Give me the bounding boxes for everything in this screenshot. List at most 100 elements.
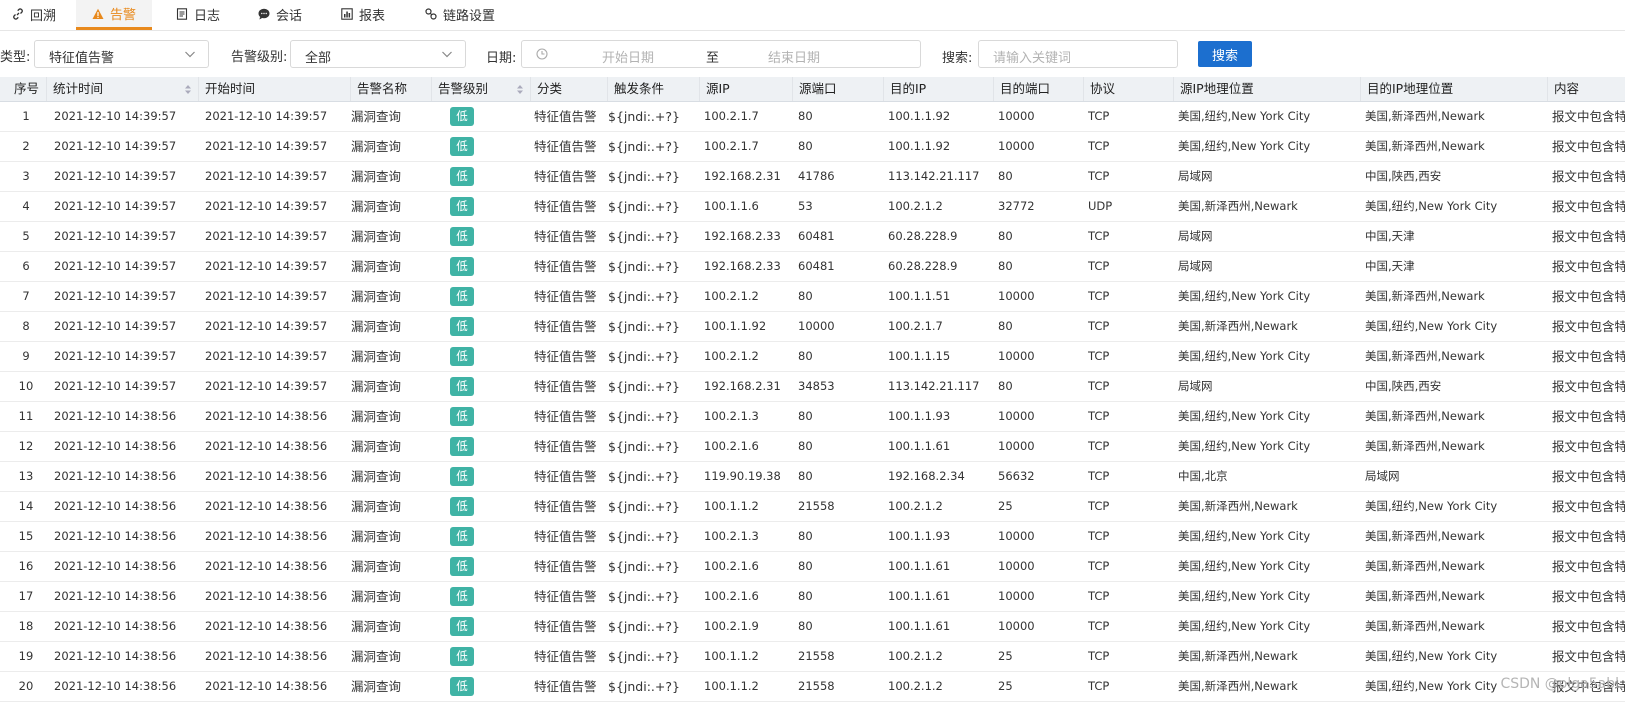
table-row[interactable]: 16 2021-12-10 14:38:56 2021-12-10 14:38:56… bbox=[0, 552, 1625, 582]
tab-alerts[interactable]: 告警 bbox=[76, 0, 152, 30]
cell-start-time: 2021-12-10 14:38:56 bbox=[205, 679, 328, 693]
table-row[interactable]: 19 2021-12-10 14:38:56 2021-12-10 14:38:56… bbox=[0, 642, 1625, 672]
cell-dst-port: 10000 bbox=[998, 109, 1035, 123]
cell-stat-time: 2021-12-10 14:38:56 bbox=[54, 619, 177, 633]
cell-src-ip: 100.2.1.9 bbox=[704, 619, 759, 633]
link-icon bbox=[13, 8, 23, 20]
cell-stat-time: 2021-12-10 14:39:57 bbox=[54, 169, 177, 183]
search-input[interactable]: 请输入关键词 bbox=[978, 40, 1178, 68]
tab-label: 日志 bbox=[194, 8, 221, 24]
cell-src-geo: 美国,纽约,New York City bbox=[1178, 139, 1311, 153]
table-row[interactable]: 8 2021-12-10 14:39:57 2021-12-10 14:39:57 漏… bbox=[0, 312, 1625, 342]
cell-content: 报文中包含特 bbox=[1552, 649, 1625, 664]
table-row[interactable]: 7 2021-12-10 14:39:57 2021-12-10 14:39:57 漏… bbox=[0, 282, 1625, 312]
column-header-alert-level[interactable]: 告警级别 bbox=[431, 77, 530, 101]
tab-sessions[interactable]: 会话 bbox=[258, 0, 302, 28]
cell-src-geo: 美国,新泽西州,Newark bbox=[1178, 679, 1298, 693]
cell-dst-geo: 美国,新泽西州,Newark bbox=[1365, 349, 1485, 363]
document-icon bbox=[176, 8, 188, 20]
cell-dst-port: 80 bbox=[998, 229, 1013, 243]
table-row[interactable]: 14 2021-12-10 14:38:56 2021-12-10 14:38:56… bbox=[0, 492, 1625, 522]
table-row[interactable]: 20 2021-12-10 14:38:56 2021-12-10 14:38:56… bbox=[0, 672, 1625, 702]
tab-reports[interactable]: 报表 bbox=[341, 0, 385, 28]
table-row[interactable]: 9 2021-12-10 14:39:57 2021-12-10 14:39:57 漏… bbox=[0, 342, 1625, 372]
cell-stat-time: 2021-12-10 14:38:56 bbox=[54, 529, 177, 543]
tab-label: 会话 bbox=[276, 8, 303, 24]
cell-src-ip: 100.1.1.6 bbox=[704, 199, 759, 213]
column-header-src-ip: 源IP bbox=[699, 77, 792, 101]
type-select[interactable]: 特征值告警 bbox=[34, 40, 209, 68]
cell-dst-port: 25 bbox=[998, 679, 1013, 693]
cell-protocol: TCP bbox=[1088, 259, 1110, 273]
date-range-picker[interactable]: 开始日期 至 结束日期 bbox=[521, 40, 921, 68]
cell-category: 特征值告警 bbox=[534, 349, 597, 364]
column-header-dst-port: 目的端口 bbox=[993, 77, 1083, 101]
cell-dst-ip: 192.168.2.34 bbox=[888, 469, 965, 483]
cell-dst-geo: 美国,纽约,New York City bbox=[1365, 679, 1498, 693]
cell-trigger: ${jndi:.+?} bbox=[608, 199, 680, 214]
cell-src-geo: 中国,北京 bbox=[1178, 469, 1228, 483]
cell-trigger: ${jndi:.+?} bbox=[608, 349, 680, 364]
tab-label: 报表 bbox=[359, 8, 386, 24]
cell-category: 特征值告警 bbox=[534, 499, 597, 514]
table-row[interactable]: 17 2021-12-10 14:38:56 2021-12-10 14:38:56… bbox=[0, 582, 1625, 612]
cell-src-geo: 美国,纽约,New York City bbox=[1178, 109, 1311, 123]
cell-src-ip: 100.2.1.6 bbox=[704, 439, 759, 453]
cell-stat-time: 2021-12-10 14:38:56 bbox=[54, 439, 177, 453]
table-row[interactable]: 5 2021-12-10 14:39:57 2021-12-10 14:39:57 漏… bbox=[0, 222, 1625, 252]
table-row[interactable]: 6 2021-12-10 14:39:57 2021-12-10 14:39:57 漏… bbox=[0, 252, 1625, 282]
table-row[interactable]: 10 2021-12-10 14:39:57 2021-12-10 14:39:57… bbox=[0, 372, 1625, 402]
cell-dst-ip: 100.2.1.2 bbox=[888, 679, 943, 693]
cell-alert-level: 低 bbox=[450, 137, 474, 156]
table-row[interactable]: 13 2021-12-10 14:38:56 2021-12-10 14:38:56… bbox=[0, 462, 1625, 492]
cell-dst-geo: 美国,纽约,New York City bbox=[1365, 499, 1498, 513]
tab-logs[interactable]: 日志 bbox=[176, 0, 220, 28]
table-row[interactable]: 4 2021-12-10 14:39:57 2021-12-10 14:39:57 漏… bbox=[0, 192, 1625, 222]
cell-content: 报文中包含特 bbox=[1552, 499, 1625, 514]
table-row[interactable]: 15 2021-12-10 14:38:56 2021-12-10 14:38:56… bbox=[0, 522, 1625, 552]
tab-link-settings[interactable]: 链路设置 bbox=[425, 0, 495, 28]
cell-alert-level: 低 bbox=[450, 197, 474, 216]
cell-start-time: 2021-12-10 14:39:57 bbox=[205, 379, 328, 393]
cell-protocol: TCP bbox=[1088, 319, 1110, 333]
cell-src-geo: 局域网 bbox=[1178, 259, 1213, 273]
clock-icon bbox=[536, 48, 548, 60]
cell-dst-ip: 100.1.1.61 bbox=[888, 619, 951, 633]
cell-start-time: 2021-12-10 14:39:57 bbox=[205, 229, 328, 243]
cell-trigger: ${jndi:.+?} bbox=[608, 379, 680, 394]
table-row[interactable]: 12 2021-12-10 14:38:56 2021-12-10 14:38:56… bbox=[0, 432, 1625, 462]
table-row[interactable]: 18 2021-12-10 14:38:56 2021-12-10 14:38:56… bbox=[0, 612, 1625, 642]
cell-protocol: TCP bbox=[1088, 439, 1110, 453]
table-row[interactable]: 2 2021-12-10 14:39:57 2021-12-10 14:39:57 漏… bbox=[0, 132, 1625, 162]
cell-src-ip: 100.2.1.3 bbox=[704, 529, 759, 543]
cell-stat-time: 2021-12-10 14:39:57 bbox=[54, 109, 177, 123]
date-start-input[interactable]: 开始日期 bbox=[602, 47, 654, 66]
cell-alert-name: 漏洞查询 bbox=[351, 559, 402, 574]
cell-content: 报文中包含特 bbox=[1552, 169, 1625, 184]
cell-dst-ip: 100.1.1.15 bbox=[888, 349, 951, 363]
cell-start-time: 2021-12-10 14:38:56 bbox=[205, 409, 328, 423]
cell-alert-name: 漏洞查询 bbox=[351, 439, 402, 454]
cell-dst-ip: 60.28.228.9 bbox=[888, 259, 958, 273]
cell-alert-level: 低 bbox=[450, 227, 474, 246]
table-row[interactable]: 1 2021-12-10 14:39:57 2021-12-10 14:39:57 漏… bbox=[0, 102, 1625, 132]
cell-protocol: TCP bbox=[1088, 139, 1110, 153]
cell-src-port: 80 bbox=[798, 559, 813, 573]
tab-trace[interactable]: 回溯 bbox=[12, 0, 56, 28]
search-button[interactable]: 搜索 bbox=[1198, 41, 1252, 67]
table-row[interactable]: 11 2021-12-10 14:38:56 2021-12-10 14:38:56… bbox=[0, 402, 1625, 432]
cell-category: 特征值告警 bbox=[534, 199, 597, 214]
cell-category: 特征值告警 bbox=[534, 109, 597, 124]
cell-stat-time: 2021-12-10 14:38:56 bbox=[54, 649, 177, 663]
cell-category: 特征值告警 bbox=[534, 439, 597, 454]
date-end-input[interactable]: 结束日期 bbox=[768, 47, 820, 66]
cell-content: 报文中包含特 bbox=[1552, 409, 1625, 424]
cell-alert-level: 低 bbox=[450, 107, 474, 126]
cell-src-port: 80 bbox=[798, 469, 813, 483]
cell-alert-level: 低 bbox=[450, 317, 474, 336]
column-header-stat-time[interactable]: 统计时间 bbox=[46, 77, 198, 101]
level-select[interactable]: 全部 bbox=[290, 40, 466, 68]
table-row[interactable]: 3 2021-12-10 14:39:57 2021-12-10 14:39:57 漏… bbox=[0, 162, 1625, 192]
column-header-label: 统计时间 bbox=[53, 81, 104, 96]
cell-alert-level: 低 bbox=[450, 617, 474, 636]
